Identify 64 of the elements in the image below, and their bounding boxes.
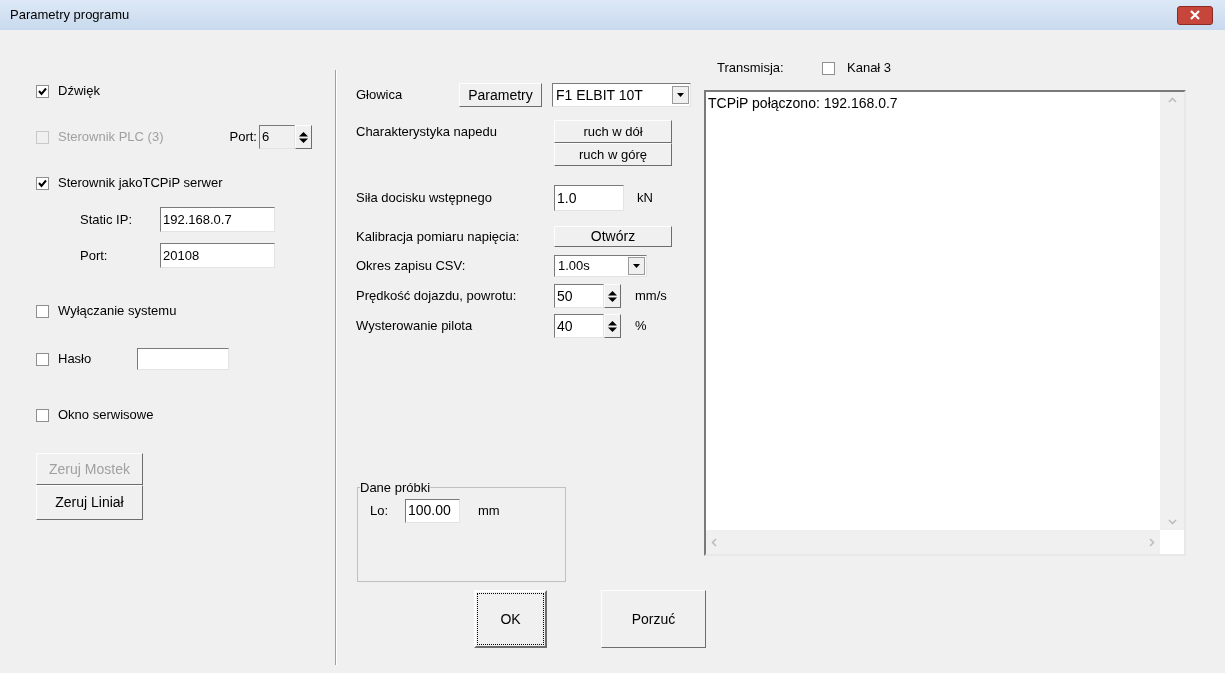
- checkbox-label: Wyłączanie systemu: [58, 302, 177, 321]
- button[interactable]: ruch w dół: [554, 120, 672, 143]
- input-field[interactable]: 1.0: [554, 185, 624, 211]
- field-label: Okres zapisu CSV:: [356, 257, 467, 276]
- button[interactable]: Porzuć: [601, 590, 706, 648]
- field-label: Static IP:: [80, 210, 134, 229]
- field-label: Port:: [229, 128, 257, 147]
- button[interactable]: ruch w górę: [554, 143, 672, 166]
- checkbox-label: Okno serwisowe: [58, 406, 154, 425]
- left-chevron-icon[interactable]: [711, 537, 717, 547]
- unit-label: kN: [637, 189, 653, 208]
- unit-label: %: [635, 317, 647, 336]
- field-label: Transmisja:: [717, 59, 785, 78]
- dropdown[interactable]: 1.00s: [554, 255, 647, 277]
- button[interactable]: OK: [474, 590, 547, 648]
- spin-button[interactable]: [604, 284, 621, 308]
- close-icon: [1190, 10, 1200, 20]
- up-chevron-icon[interactable]: [1167, 97, 1177, 103]
- field-label: Prędkość dojazdu, powrotu:: [356, 287, 518, 306]
- checkbox[interactable]: [36, 176, 49, 190]
- log-line: TCPiP połączono: 192.168.0.7: [708, 94, 899, 113]
- field-label: Głowica: [356, 86, 404, 105]
- unit-label: mm/s: [635, 287, 667, 306]
- up-down-arrows-icon: [299, 131, 308, 143]
- dropdown[interactable]: F1 ELBIT 10T: [552, 83, 691, 107]
- checkbox[interactable]: [36, 84, 49, 98]
- caret-icon[interactable]: [672, 86, 689, 104]
- close-button[interactable]: [1177, 5, 1213, 25]
- checkbox[interactable]: [36, 352, 49, 366]
- port-field[interactable]: 20108: [160, 243, 275, 268]
- field-label: Kalibracja pomiaru napięcia:: [356, 227, 521, 246]
- checkbox[interactable]: [822, 61, 835, 75]
- spin-field[interactable]: 40: [554, 314, 604, 338]
- checkbox[interactable]: [36, 408, 49, 422]
- field-label: Wysterowanie pilota: [356, 317, 474, 336]
- right-chevron-icon[interactable]: [1149, 537, 1155, 547]
- window-title: Parametry programu: [10, 6, 130, 25]
- checkbox-label: Kanał 3: [847, 59, 892, 78]
- up-down-arrows-icon: [608, 290, 617, 302]
- checkbox-label: Hasło: [58, 350, 93, 369]
- ip-field[interactable]: 192.168.0.7: [160, 207, 275, 232]
- field-label: Lo:: [370, 501, 390, 520]
- group-title: Dane próbki: [360, 479, 431, 497]
- caret-icon[interactable]: [628, 257, 645, 275]
- checkbox-label: Sterownik PLC (3): [58, 128, 164, 147]
- up-down-arrows-icon: [608, 320, 617, 332]
- checkbox[interactable]: [36, 304, 49, 318]
- unit-label: mm: [478, 501, 500, 520]
- spin-button[interactable]: [604, 314, 621, 338]
- field-label: Charakterystyka napedu: [356, 123, 498, 141]
- down-chevron-icon[interactable]: [1167, 519, 1177, 525]
- button[interactable]: Parametry: [459, 83, 542, 107]
- vertical-scrollbar[interactable]: [1160, 92, 1184, 530]
- checkbox-label: Dźwięk: [58, 82, 100, 101]
- spin-button[interactable]: [295, 125, 312, 149]
- password-field[interactable]: [137, 348, 229, 370]
- input-field[interactable]: 100.00: [405, 498, 460, 523]
- spin-field[interactable]: 50: [554, 284, 604, 308]
- button[interactable]: Otwórz: [554, 226, 672, 247]
- field-label: Port:: [80, 246, 109, 265]
- horizontal-scrollbar[interactable]: [706, 530, 1160, 554]
- checkbox-label: Sterownik jakoTCPiP serwer: [58, 174, 223, 193]
- button[interactable]: Zeruj Liniał: [36, 485, 143, 520]
- field-label: Siła docisku wstępnego: [356, 189, 493, 208]
